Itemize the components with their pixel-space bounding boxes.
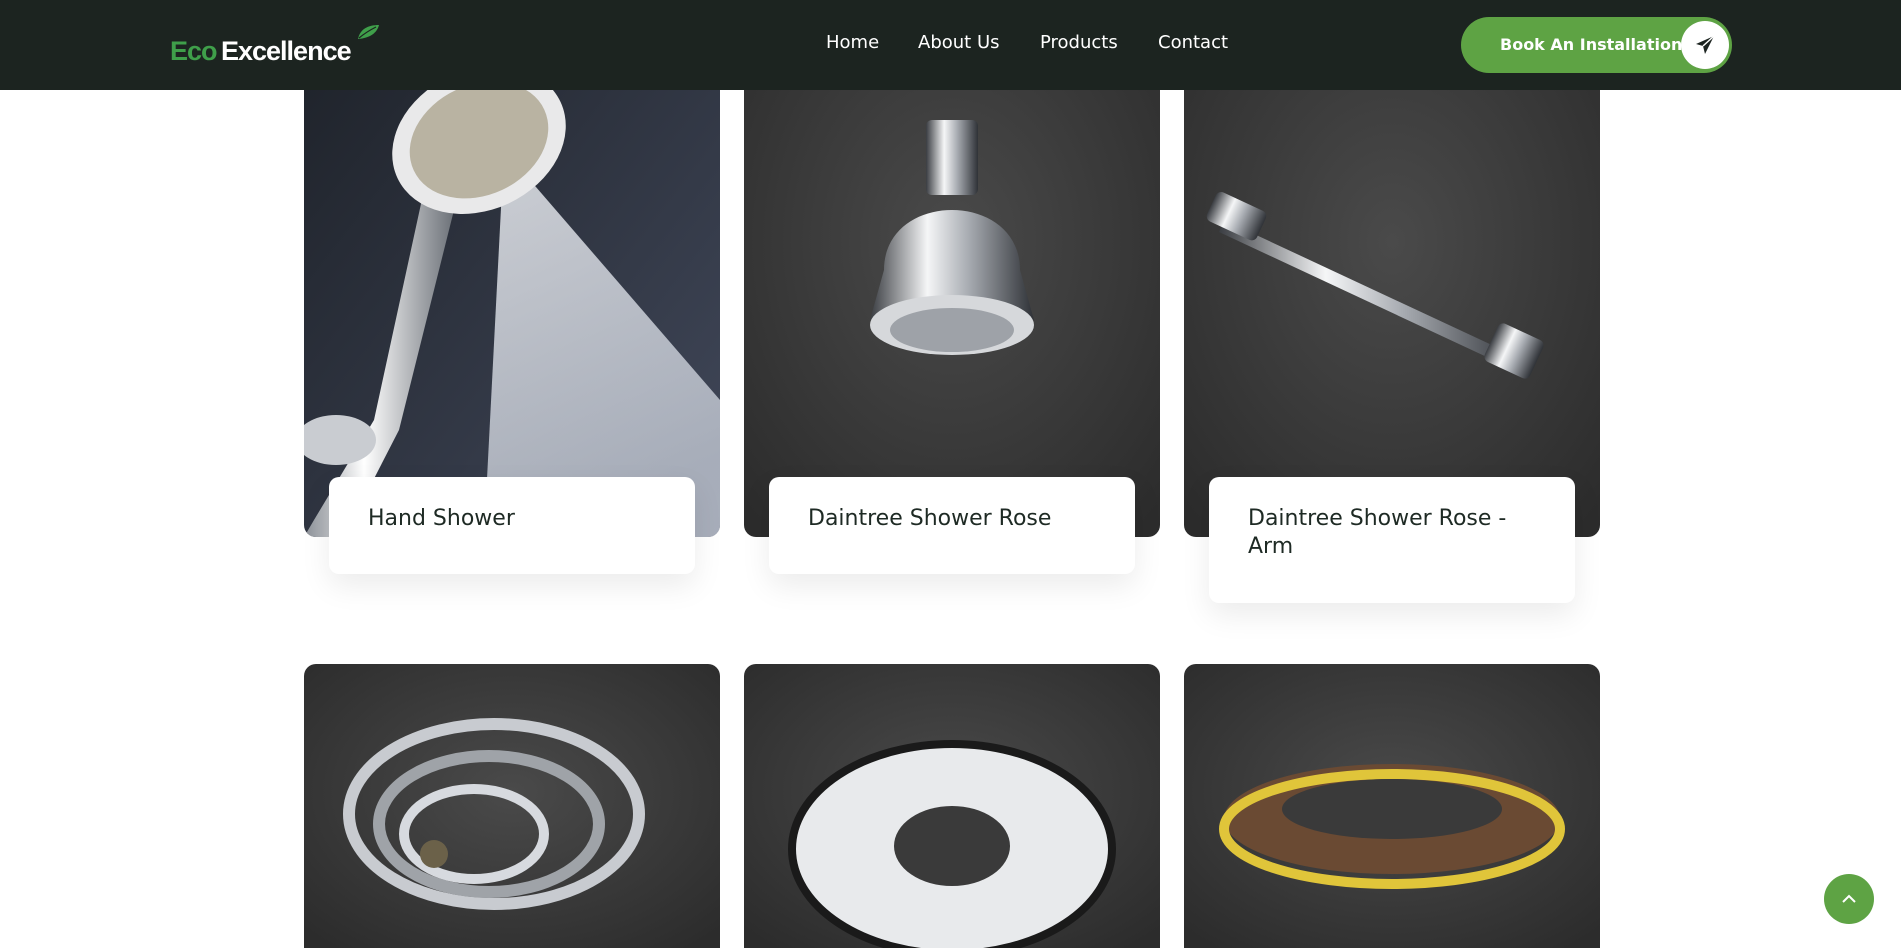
book-installation-icon-circle: [1681, 21, 1729, 69]
scroll-to-top-button[interactable]: [1824, 874, 1874, 924]
product-title: Hand Shower: [368, 506, 515, 531]
nav-link-about-us[interactable]: About Us: [918, 32, 1000, 53]
chevron-up-icon: [1842, 894, 1856, 903]
product-title: Daintree Shower Rose: [808, 506, 1052, 531]
product-caption: Daintree Shower Rose - Arm: [1209, 477, 1575, 603]
flange-cover-plate-image: [744, 664, 1160, 948]
product-card-flange-cover-plate[interactable]: [744, 664, 1160, 948]
product-caption: Daintree Shower Rose: [769, 477, 1135, 574]
leaf-icon: [358, 25, 379, 39]
product-title: Daintree Shower Rose - Arm: [1248, 506, 1507, 559]
book-installation-button[interactable]: Book An Installation: [1461, 17, 1732, 73]
logo[interactable]: Eco Excellence: [170, 24, 400, 68]
book-installation-label: Book An Installation: [1500, 35, 1683, 54]
nav-link-products[interactable]: Products: [1040, 32, 1118, 53]
product-card-shower-hose[interactable]: [304, 664, 720, 948]
product-card-daintree-shower-rose-arm[interactable]: Daintree Shower Rose - Arm: [1184, 0, 1600, 603]
product-caption: Hand Shower: [329, 477, 695, 574]
paper-plane-icon: [1696, 35, 1715, 54]
nav-link-home[interactable]: Home: [826, 32, 879, 53]
sealing-strip-image: [1184, 664, 1600, 948]
logo-excellence-text: Excellence: [221, 36, 352, 66]
shower-hose-image: [304, 664, 720, 948]
navbar: Eco Excellence Home About Us Products Co…: [0, 0, 1901, 90]
logo-eco-text: Eco: [170, 36, 218, 66]
nav-link-contact[interactable]: Contact: [1158, 32, 1228, 53]
product-card-sealing-strip[interactable]: [1184, 664, 1600, 948]
